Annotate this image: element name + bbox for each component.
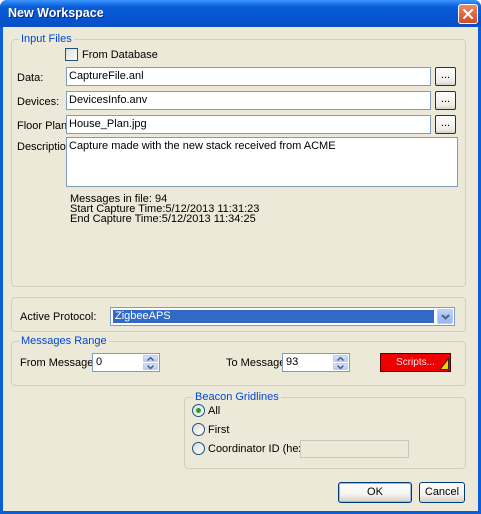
chevron-down-icon [337,364,344,369]
protocol-select[interactable]: ZigbeeAPS [110,307,455,326]
beacon-all-label[interactable]: All [208,405,220,418]
from-message-value: 0 [96,356,103,368]
data-browse-button[interactable]: ... [435,67,456,86]
from-message-down-button[interactable] [143,363,158,370]
beacon-all-radio[interactable] [192,404,205,417]
protocol-select-value: ZigbeeAPS [113,310,434,323]
input-files-legend: Input Files [19,33,74,45]
window-title: New Workspace [8,6,104,20]
chevron-up-icon [337,356,344,361]
cancel-button[interactable]: Cancel [419,482,465,503]
floor-plan-field[interactable]: House_Plan.jpg [66,115,431,134]
coordinator-id-field[interactable] [300,440,409,458]
ok-button[interactable]: OK [338,482,412,503]
data-label: Data: [17,72,44,84]
scripts-button[interactable]: Scripts... [380,353,451,372]
beacon-coordinator-label[interactable]: Coordinator ID (hex) [208,443,308,456]
end-capture-time-text: End Capture Time:5/12/2013 11:34:25 [70,213,256,225]
data-field[interactable]: CaptureFile.anl [66,67,431,86]
floor-plan-browse-button[interactable]: ... [435,115,456,134]
beacon-first-label[interactable]: First [208,424,229,437]
title-bar[interactable]: New Workspace [0,0,481,27]
from-database-label[interactable]: From Database [82,49,158,62]
from-database-checkbox[interactable] [65,48,78,61]
close-button[interactable] [458,4,478,24]
description-field[interactable]: Capture made with the new stack received… [66,137,458,187]
to-message-label: To Message: [226,357,289,369]
beacon-first-radio[interactable] [192,423,205,436]
dialog-body: Input Files From Database Data: CaptureF… [3,27,478,511]
beacon-coordinator-radio[interactable] [192,442,205,455]
to-message-value: 93 [286,356,299,368]
devices-browse-button[interactable]: ... [435,91,456,110]
floor-plan-label: Floor Plan: [17,120,71,132]
chevron-down-icon [147,364,154,369]
protocol-dropdown-button[interactable] [437,309,453,324]
to-message-down-button[interactable] [333,363,348,370]
devices-field[interactable]: DevicesInfo.anv [66,91,431,110]
messages-range-legend: Messages Range [19,335,109,347]
chevron-down-icon [440,313,450,320]
from-message-stepper[interactable]: 0 [92,353,160,372]
close-icon [463,9,473,19]
from-message-label: From Message: [20,357,97,369]
corner-arrow-icon [439,357,449,370]
to-message-stepper[interactable]: 93 [282,353,350,372]
active-protocol-label: Active Protocol: [20,311,97,323]
dialog-window: New Workspace Input Files From Database … [0,0,481,514]
from-message-up-button[interactable] [143,355,158,362]
chevron-up-icon [147,356,154,361]
radio-selected-dot [196,408,201,413]
to-message-up-button[interactable] [333,355,348,362]
scripts-button-label: Scripts... [396,357,435,368]
devices-label: Devices: [17,96,60,108]
beacon-gridlines-legend: Beacon Gridlines [193,391,281,403]
